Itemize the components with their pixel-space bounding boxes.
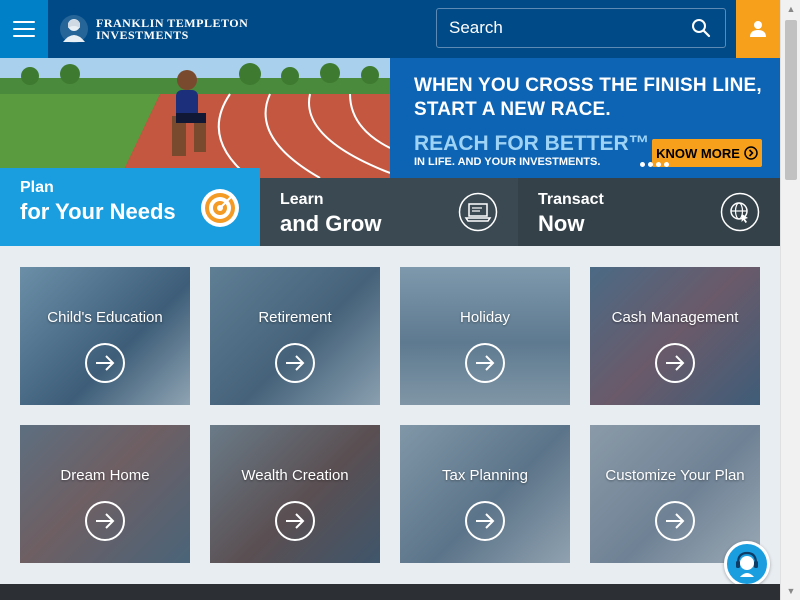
arrow-right-icon[interactable] xyxy=(465,501,505,541)
scroll-up-arrow-icon[interactable]: ▲ xyxy=(781,0,800,18)
card-label: Customize Your Plan xyxy=(605,467,745,484)
card-tax-planning[interactable]: Tax Planning xyxy=(400,425,570,563)
user-account-button[interactable] xyxy=(736,0,780,58)
card-label: Wealth Creation xyxy=(241,467,349,484)
card-label: Tax Planning xyxy=(442,467,528,484)
know-more-label: KNOW MORE xyxy=(656,145,740,161)
user-icon xyxy=(750,21,766,37)
card-label: Cash Management xyxy=(611,309,739,326)
hero-runner-image xyxy=(0,58,390,178)
carousel-dot[interactable] xyxy=(640,162,645,167)
menu-icon xyxy=(13,21,35,23)
carousel-dot[interactable] xyxy=(664,162,669,167)
card-label: Dream Home xyxy=(60,467,150,484)
globe-cursor-icon xyxy=(720,192,760,232)
card-retirement[interactable]: Retirement xyxy=(210,267,380,405)
scroll-thumb[interactable] xyxy=(785,20,797,180)
arrow-right-icon[interactable] xyxy=(655,343,695,383)
tab-learn[interactable]: Learn and Grow xyxy=(260,178,518,246)
arrow-right-icon[interactable] xyxy=(85,501,125,541)
menu-icon-bar xyxy=(13,28,35,30)
laptop-icon xyxy=(458,192,498,232)
card-holiday[interactable]: Holiday xyxy=(400,267,570,405)
category-tabs: Plan for Your Needs Learn and Grow Trans… xyxy=(0,168,780,246)
menu-icon-bar xyxy=(13,35,35,37)
tab-plan[interactable]: Plan for Your Needs xyxy=(0,168,260,246)
logo-line2: INVESTMENTS xyxy=(96,28,189,42)
card-dream-home[interactable]: Dream Home xyxy=(20,425,190,563)
chat-support-button[interactable] xyxy=(724,541,770,587)
arrow-right-icon[interactable] xyxy=(275,501,315,541)
hero-headline-2: START A NEW RACE. xyxy=(414,99,611,120)
headset-agent-icon xyxy=(736,551,758,577)
search-box xyxy=(436,8,726,48)
card-label: Retirement xyxy=(258,309,332,326)
arrow-right-icon[interactable] xyxy=(655,501,695,541)
search-input[interactable] xyxy=(449,18,679,38)
franklin-templeton-logo[interactable]: FRANKLIN TEMPLETON INVESTMENTS xyxy=(58,14,248,44)
page-scrollbar[interactable]: ▲ ▼ xyxy=(780,0,800,600)
hamburger-menu-button[interactable] xyxy=(0,0,48,58)
site-header: FRANKLIN TEMPLETON INVESTMENTS xyxy=(0,0,780,58)
franklin-portrait-icon xyxy=(60,15,88,43)
scroll-down-arrow-icon[interactable]: ▼ xyxy=(781,582,800,600)
arrow-right-icon[interactable] xyxy=(85,343,125,383)
carousel-dot[interactable] xyxy=(648,162,653,167)
target-icon xyxy=(201,189,239,227)
card-label: Holiday xyxy=(459,309,511,326)
arrow-right-icon[interactable] xyxy=(275,343,315,383)
footer-strip xyxy=(0,584,780,600)
running-track-illustration xyxy=(0,58,390,178)
carousel-dots xyxy=(640,162,669,167)
search-icon[interactable] xyxy=(691,18,711,38)
tab-transact[interactable]: Transact Now xyxy=(518,178,780,246)
hero-headline-1: WHEN YOU CROSS THE FINISH LINE, xyxy=(414,75,762,96)
card-childs-education[interactable]: Child's Education xyxy=(20,267,190,405)
arrow-right-icon[interactable] xyxy=(465,343,505,383)
card-cash-management[interactable]: Cash Management xyxy=(590,267,760,405)
card-customize-your-plan[interactable]: Customize Your Plan xyxy=(590,425,760,563)
carousel-dot[interactable] xyxy=(656,162,661,167)
card-label: Child's Education xyxy=(47,309,163,326)
chevron-right-circle-icon xyxy=(744,146,758,160)
card-wealth-creation[interactable]: Wealth Creation xyxy=(210,425,380,563)
